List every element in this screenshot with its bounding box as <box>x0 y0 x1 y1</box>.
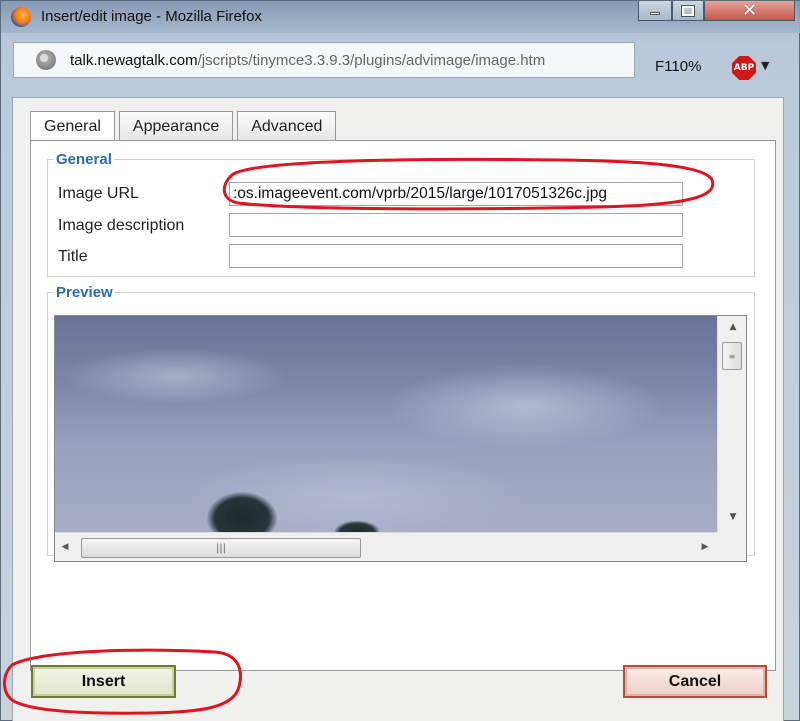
image-description-label: Image description <box>58 217 185 234</box>
minimize-icon <box>650 12 660 15</box>
scroll-corner <box>717 532 746 561</box>
firefox-icon <box>11 7 31 27</box>
preview-image <box>55 316 717 537</box>
dialog-content: General Appearance Advanced General Imag… <box>12 97 784 721</box>
tab-bar: General Appearance Advanced <box>30 111 340 142</box>
preview-frame[interactable]: ▲ ≡ ▼ ◀ ||| ▶ <box>54 315 747 562</box>
insert-button[interactable]: Insert <box>31 665 176 698</box>
close-button[interactable]: ✕ <box>704 1 795 21</box>
horizontal-scroll-thumb[interactable]: ||| <box>81 538 361 558</box>
preview-legend: Preview <box>56 284 113 301</box>
zoom-level[interactable]: F110% <box>655 58 701 75</box>
general-legend: General <box>56 151 112 168</box>
title-label: Title <box>58 248 88 265</box>
chevron-down-icon[interactable]: ▼ <box>761 59 769 72</box>
url-text: talk.newagtalk.com/jscripts/tinymce3.3.9… <box>70 52 545 69</box>
scroll-up-icon[interactable]: ▲ <box>718 322 746 332</box>
image-url-label: Image URL <box>58 185 139 202</box>
preview-fieldset: Preview ▲ ≡ ▼ ◀ ||| ▶ <box>47 284 755 562</box>
browser-window: Insert/edit image - Mozilla Firefox ✕ ta… <box>0 0 800 721</box>
url-path: /jscripts/tinymce3.3.9.3/plugins/advimag… <box>197 51 546 69</box>
tree-silhouette <box>207 492 277 536</box>
tab-advanced[interactable]: Advanced <box>237 111 337 141</box>
address-bar[interactable]: talk.newagtalk.com/jscripts/tinymce3.3.9… <box>13 42 635 78</box>
tab-general[interactable]: General <box>30 111 115 142</box>
scroll-down-icon[interactable]: ▼ <box>718 512 746 522</box>
minimize-button[interactable] <box>638 1 672 21</box>
tab-appearance[interactable]: Appearance <box>118 111 234 141</box>
scroll-right-icon[interactable]: ▶ <box>695 542 715 552</box>
window-title: Insert/edit image - Mozilla Firefox <box>41 8 262 25</box>
maximize-icon <box>682 5 694 16</box>
url-host: talk.newagtalk.com <box>70 51 198 69</box>
maximize-button[interactable] <box>672 1 704 21</box>
horizontal-scrollbar[interactable]: ◀ ||| ▶ <box>55 532 717 561</box>
image-description-input[interactable] <box>229 213 683 237</box>
adblock-plus-icon[interactable]: ABP <box>732 56 756 80</box>
title-input[interactable] <box>229 244 683 268</box>
title-bar[interactable]: Insert/edit image - Mozilla Firefox ✕ <box>1 1 800 33</box>
scroll-left-icon[interactable]: ◀ <box>55 542 75 552</box>
close-icon: ✕ <box>741 0 758 21</box>
cancel-button[interactable]: Cancel <box>623 665 767 698</box>
globe-icon <box>36 50 56 70</box>
tab-panel: General Image URL :os.imageevent.com/vpr… <box>30 140 776 671</box>
vertical-scroll-thumb[interactable]: ≡ <box>722 342 742 370</box>
vertical-scrollbar[interactable]: ▲ ≡ ▼ <box>717 316 746 532</box>
image-url-input[interactable]: :os.imageevent.com/vprb/2015/large/10170… <box>229 182 683 206</box>
